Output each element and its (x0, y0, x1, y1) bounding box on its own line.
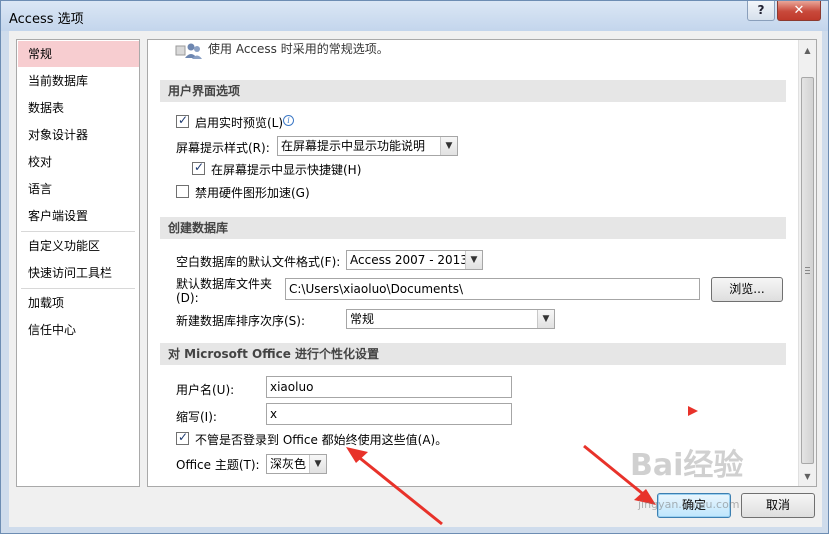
browse-button[interactable]: 浏览... (711, 277, 783, 302)
screentip-style-value: 在屏幕提示中显示功能说明 (281, 139, 426, 153)
cancel-button[interactable]: 取消 (741, 493, 815, 518)
live-preview-checkbox[interactable] (176, 113, 189, 128)
ui-options-header: 用户界面选项 (160, 80, 786, 102)
username-input[interactable]: xiaoluo (266, 376, 512, 398)
nav-item-object-designers[interactable]: 对象设计器 (18, 122, 139, 148)
default-folder-label: 默认数据库文件夹 (176, 277, 273, 291)
chevron-down-icon: ▼ (537, 310, 554, 328)
info-icon[interactable]: i (283, 115, 294, 126)
nav-item-current-database[interactable]: 当前数据库 (18, 68, 139, 94)
nav-item-datasheet[interactable]: 数据表 (18, 95, 139, 121)
office-theme-dropdown[interactable]: 深灰色 ▼ (266, 454, 327, 474)
close-button[interactable]: ✕ (777, 1, 821, 21)
nav-item-trust-center[interactable]: 信任中心 (18, 317, 139, 343)
title-bar: Access 选项 ? ✕ (1, 1, 828, 31)
always-use-values-label: 不管是否登录到 Office 都始终使用这些值(A)。 (195, 433, 448, 447)
chevron-down-icon: ▼ (309, 455, 326, 473)
screentip-label: 屏幕提示样式(R): (176, 141, 270, 155)
always-use-values-checkbox[interactable] (176, 430, 189, 445)
live-preview-label: 启用实时预览(L) (195, 116, 284, 130)
nav-item-client-settings[interactable]: 客户端设置 (18, 203, 139, 229)
sort-order-dropdown[interactable]: 常规 ▼ (346, 309, 555, 329)
default-format-label: 空白数据库的默认文件格式(F): (176, 255, 341, 269)
nav-item-general[interactable]: 常规 (18, 41, 139, 67)
options-nav: 常规 当前数据库 数据表 对象设计器 校对 语言 客户端设置 自定义功能区 快速… (16, 39, 140, 487)
users-icon (175, 43, 202, 59)
nav-separator (21, 231, 135, 232)
nav-item-quick-access-toolbar[interactable]: 快速访问工具栏 (18, 260, 139, 286)
screentip-style-dropdown[interactable]: 在屏幕提示中显示功能说明 ▼ (277, 136, 458, 156)
window-title: Access 选项 (9, 12, 84, 27)
scrollbar-thumb[interactable] (801, 77, 814, 464)
initials-input[interactable]: x (266, 403, 512, 425)
default-format-value: Access 2007 - 2013 (350, 253, 468, 267)
default-format-dropdown[interactable]: Access 2007 - 2013 ▼ (346, 250, 483, 270)
watermark-logo: Bai经验 (630, 448, 744, 483)
nav-item-customize-ribbon[interactable]: 自定义功能区 (18, 233, 139, 259)
intro-text: 使用 Access 时采用的常规选项。 (208, 42, 389, 56)
chevron-down-icon: ▼ (465, 251, 482, 269)
chevron-down-icon: ▼ (440, 137, 457, 155)
show-shortcut-label: 在屏幕提示中显示快捷键(H) (211, 163, 362, 177)
help-button[interactable]: ? (747, 1, 775, 21)
personalize-header: 对 Microsoft Office 进行个性化设置 (160, 343, 786, 365)
options-content-pane: 使用 Access 时采用的常规选项。 用户界面选项 启用实时预览(L) i 屏… (147, 39, 817, 487)
create-database-header: 创建数据库 (160, 217, 786, 239)
scroll-up-arrow-icon[interactable]: ▲ (799, 42, 816, 59)
scrollbar-grip (805, 267, 810, 268)
office-theme-value: 深灰色 (270, 457, 307, 471)
scroll-down-arrow-icon[interactable]: ▼ (799, 468, 816, 485)
default-folder-label-suffix: (D): (176, 291, 199, 305)
disable-hw-accel-checkbox[interactable] (176, 185, 189, 198)
sort-order-value: 常规 (350, 312, 375, 326)
office-theme-label: Office 主题(T): (176, 458, 260, 472)
show-shortcut-checkbox[interactable] (192, 160, 205, 175)
scrollbar-grip (805, 273, 810, 274)
initials-label: 缩写(I): (176, 410, 217, 424)
nav-item-proofing[interactable]: 校对 (18, 149, 139, 175)
disable-hw-accel-label: 禁用硬件图形加速(G) (195, 186, 310, 200)
nav-item-add-ins[interactable]: 加载项 (18, 290, 139, 316)
username-label: 用户名(U): (176, 383, 235, 397)
scrollbar-grip (805, 270, 810, 271)
default-folder-input[interactable]: C:\Users\xiaoluo\Documents\ (285, 278, 700, 300)
nav-item-language[interactable]: 语言 (18, 176, 139, 202)
nav-separator (21, 288, 135, 289)
sort-order-label: 新建数据库排序次序(S): (176, 314, 306, 328)
content-scrollbar[interactable]: ▲ ▼ (798, 40, 816, 486)
watermark-url: jingyan.baidu.com (638, 498, 740, 511)
